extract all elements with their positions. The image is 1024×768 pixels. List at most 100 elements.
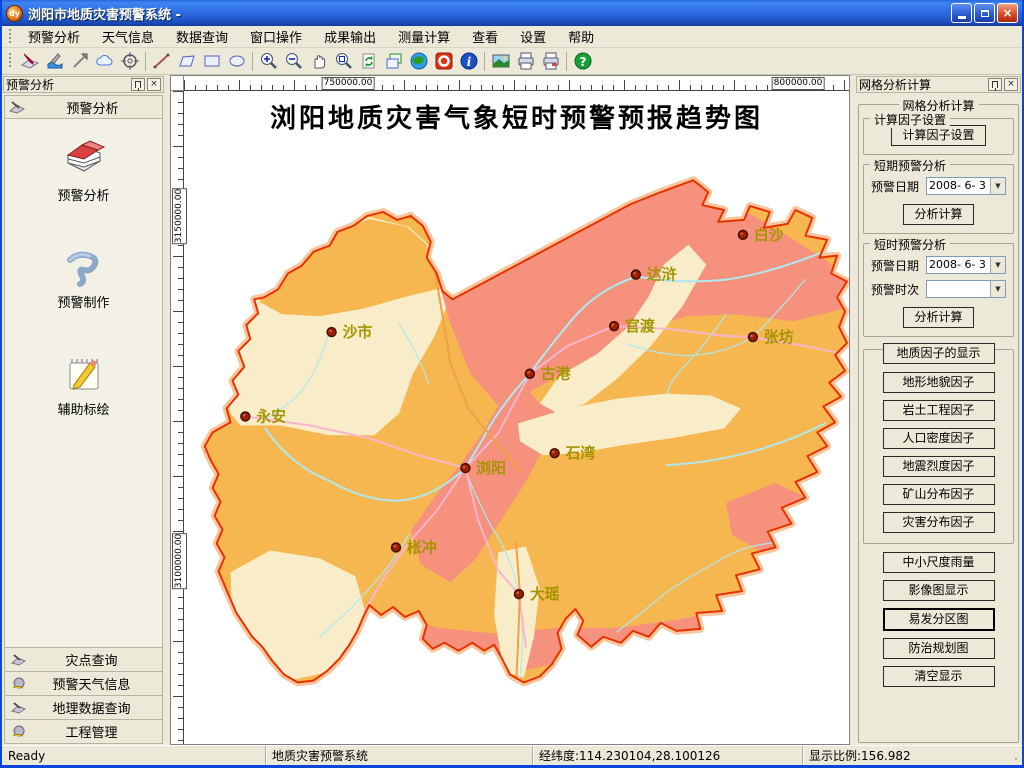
clear-display-button[interactable]: 清空显示	[883, 666, 995, 687]
bar-disaster-point-query[interactable]: 灾点查询	[5, 647, 162, 671]
status-bar: Ready 地质灾害预警系统 经纬度:114.230104,28.100126 …	[2, 745, 1022, 765]
left-panel-pin-button[interactable]	[131, 78, 145, 91]
short-term-date-select[interactable]: 2008- 6- 3 ▼	[926, 177, 1006, 195]
bar-label: 预警天气信息	[27, 674, 156, 693]
seismic-factor-button[interactable]: 地震烈度因子	[883, 456, 995, 477]
tool-warning-making[interactable]: 预警制作	[57, 244, 109, 311]
right-panel-title: 网格分析计算	[859, 76, 986, 93]
cloud-icon[interactable]	[92, 50, 117, 73]
image-view-icon[interactable]	[488, 50, 513, 73]
draw-line-icon[interactable]	[149, 50, 174, 73]
close-button[interactable]: ×	[997, 3, 1018, 23]
horizontal-ruler	[184, 76, 849, 91]
tool-label: 预警分析	[57, 185, 109, 204]
svg-text:达浒: 达浒	[647, 265, 677, 283]
short-term-date-value: 2008- 6- 3	[927, 178, 990, 194]
short-term-date-label: 预警日期	[871, 178, 926, 195]
left-panel-close-button[interactable]: ×	[147, 78, 161, 91]
disaster-factor-button[interactable]: 灾害分布因子	[883, 512, 995, 533]
print-preview-icon[interactable]	[538, 50, 563, 73]
right-panel-close-button[interactable]: ×	[1004, 78, 1018, 91]
resize-grip[interactable]	[1007, 746, 1022, 765]
prevention-plan-button[interactable]: 防治规划图	[883, 638, 995, 659]
refresh-view-icon[interactable]	[356, 50, 381, 73]
menu-item-help[interactable]: 帮助	[557, 25, 605, 48]
factor-settings-button[interactable]: 计算因子设置	[891, 125, 985, 146]
menu-item-window-ops[interactable]: 窗口操作	[239, 25, 313, 48]
print-icon[interactable]	[513, 50, 538, 73]
zoom-in-icon[interactable]	[256, 50, 281, 73]
tool-aux-plot[interactable]: 辅助标绘	[57, 351, 109, 418]
menu-grip[interactable]	[8, 29, 13, 45]
ruler-label-y1: 3150000.00	[172, 188, 187, 244]
draw-ellipse-icon[interactable]	[224, 50, 249, 73]
map-graphic: 沙市永安白沙达浒官渡张坊古港石湾浏阳枨冲大瑶	[171, 76, 849, 744]
zoom-out-icon[interactable]	[281, 50, 306, 73]
stop-icon[interactable]	[431, 50, 456, 73]
susceptibility-map-button[interactable]: 易发分区图	[883, 608, 995, 631]
ruler-label-x1: 750000.00	[322, 77, 375, 90]
clean-tool-icon[interactable]	[42, 50, 67, 73]
population-factor-button[interactable]: 人口密度因子	[883, 428, 995, 449]
status-system-name: 地质灾害预警系统	[265, 746, 532, 765]
short-term-group-label: 短期预警分析	[870, 157, 950, 174]
mine-factor-button[interactable]: 矿山分布因子	[883, 484, 995, 505]
left-panel-header[interactable]: 预警分析	[5, 96, 162, 119]
imagery-button[interactable]: 影像图显示	[883, 580, 995, 601]
help-icon[interactable]: ?	[570, 50, 595, 73]
menu-item-output[interactable]: 成果输出	[313, 25, 387, 48]
terrain-factor-button[interactable]: 地形地貌因子	[883, 372, 995, 393]
left-panel-header-label: 预警分析	[27, 98, 158, 117]
tool-warning-analysis[interactable]: 预警分析	[57, 137, 109, 204]
pan-hand-icon[interactable]	[306, 50, 331, 73]
bar-label: 灾点查询	[27, 650, 156, 669]
nowcast-time-label: 预警时次	[871, 281, 926, 298]
globe-icon[interactable]	[406, 50, 431, 73]
minimize-button[interactable]	[951, 3, 972, 23]
menu-item-weather-info[interactable]: 天气信息	[91, 25, 165, 48]
right-panel-pin-button[interactable]	[988, 78, 1002, 91]
chevron-down-icon[interactable]: ▼	[990, 281, 1005, 297]
nowcast-group: 短时预警分析 预警日期 2008- 6- 3 ▼ 预警时次	[863, 243, 1014, 337]
geo-factors-title-button[interactable]: 地质因子的显示	[883, 343, 995, 364]
left-panel-title: 预警分析	[6, 76, 129, 93]
edit-map-icon[interactable]	[17, 50, 42, 73]
maker-tool-icon	[60, 244, 106, 288]
bar-label: 地理数据查询	[27, 698, 156, 717]
menu-item-measure[interactable]: 测量计算	[387, 25, 461, 48]
bar-project-management[interactable]: 工程管理	[5, 719, 162, 743]
rainfall-button[interactable]: 中小尺度雨量	[883, 552, 995, 573]
brush-icon	[11, 701, 27, 714]
chevron-down-icon[interactable]: ▼	[990, 257, 1005, 273]
map-canvas[interactable]: 沙市永安白沙达浒官渡张坊古港石湾浏阳枨冲大瑶 浏阳地质灾害气象短时预警预报趋势图…	[170, 75, 850, 745]
locate-crosshair-icon[interactable]	[117, 50, 142, 73]
left-panel-caption: 预警分析 ×	[3, 76, 164, 93]
picker-arrow-icon[interactable]	[67, 50, 92, 73]
svg-text:永安: 永安	[255, 407, 286, 425]
nowcast-time-select[interactable]: ▼	[926, 280, 1006, 298]
zoom-extent-icon[interactable]	[331, 50, 356, 73]
draw-rectangle-icon[interactable]	[199, 50, 224, 73]
copy-window-icon[interactable]	[381, 50, 406, 73]
chevron-down-icon[interactable]: ▼	[990, 178, 1005, 194]
tool-list: 预警分析 预警制作	[5, 119, 162, 647]
info-icon[interactable]: i	[456, 50, 481, 73]
menu-item-settings[interactable]: 设置	[509, 25, 557, 48]
short-term-analyze-button[interactable]: 分析计算	[903, 204, 973, 225]
menu-item-view[interactable]: 查看	[461, 25, 509, 48]
menu-item-data-query[interactable]: 数据查询	[165, 25, 239, 48]
toolbar-grip[interactable]	[8, 53, 13, 69]
nowcast-analyze-button[interactable]: 分析计算	[903, 307, 973, 328]
globe-hand-icon	[11, 677, 27, 690]
draw-polygon-icon[interactable]	[174, 50, 199, 73]
right-panel-content: 网格分析计算 计算因子设置 计算因子设置 短期预警分析 预警日期 2008- 6…	[855, 94, 1022, 745]
restore-button[interactable]	[974, 3, 995, 23]
factor-settings-group: 计算因子设置 计算因子设置	[863, 118, 1014, 155]
pin-icon	[135, 81, 141, 88]
right-panel: 网格分析计算 × 网格分析计算 计算因子设置 计算因子设置 短期预警分析 预警日…	[855, 75, 1022, 745]
bar-warning-weather-info[interactable]: 预警天气信息	[5, 671, 162, 695]
menu-item-warning-analysis[interactable]: 预警分析	[17, 25, 91, 48]
bar-geo-data-query[interactable]: 地理数据查询	[5, 695, 162, 719]
nowcast-date-select[interactable]: 2008- 6- 3 ▼	[926, 256, 1006, 274]
geotech-factor-button[interactable]: 岩土工程因子	[883, 400, 995, 421]
